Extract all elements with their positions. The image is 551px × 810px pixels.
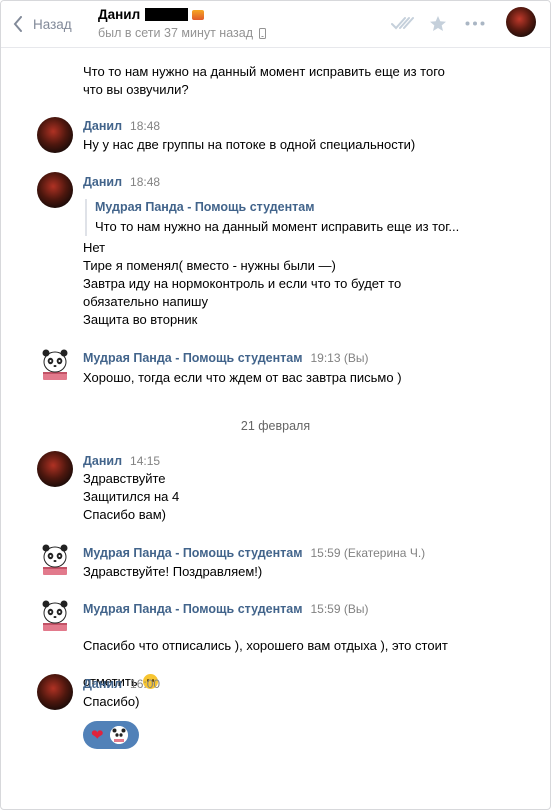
author-name: Данил bbox=[83, 119, 123, 133]
message-text: Здравствуйте Защитился на 4 Спасибо вам) bbox=[83, 471, 180, 522]
message-author[interactable]: Данил 14:15 bbox=[83, 454, 160, 468]
author-name: Данил bbox=[83, 677, 123, 691]
message-author[interactable]: Мудрая Панда - Помощь студентам 15:59 (Вы… bbox=[83, 602, 368, 616]
message-time[interactable]: 18:48 bbox=[130, 119, 160, 133]
message-text: Нет Тире я поменял( вместо - нужны были … bbox=[83, 240, 402, 327]
quote-author: Мудрая Панда - Помощь студентам bbox=[95, 200, 315, 214]
back-button[interactable]: Назад bbox=[13, 13, 72, 35]
chat-header: Назад Данил был в сети 37 минут назад bbox=[1, 1, 550, 48]
message-time[interactable]: 14:15 bbox=[130, 454, 160, 468]
mobile-phone-icon bbox=[259, 27, 266, 39]
chat-status: был в сети 37 минут назад bbox=[98, 26, 266, 40]
author-name: Мудрая Панда - Помощь студентам bbox=[83, 546, 303, 560]
message-text: Что то нам нужно на данный момент исправ… bbox=[83, 64, 445, 97]
author-name: Данил bbox=[83, 454, 123, 468]
message-text: Здравствуйте! Поздравляем!) bbox=[83, 564, 263, 579]
message-time[interactable]: 15:59 (Вы) bbox=[310, 602, 368, 616]
author-name: Данил bbox=[83, 175, 123, 189]
avatar[interactable] bbox=[37, 674, 73, 710]
chat-title[interactable]: Данил bbox=[98, 7, 205, 22]
message-line: Спасибо что отписались ), хорошего вам о… bbox=[83, 638, 448, 653]
message-author[interactable]: Мудрая Панда - Помощь студентам 19:13 (Вы… bbox=[83, 351, 368, 365]
quote-text: Что то нам нужно на данный момент исправ… bbox=[95, 219, 460, 234]
message-time[interactable]: 16:00 bbox=[130, 677, 160, 691]
message-author[interactable]: Мудрая Панда - Помощь студентам 15:59 (Ек… bbox=[83, 546, 425, 560]
back-label: Назад bbox=[33, 16, 72, 32]
redacted-block bbox=[145, 8, 189, 21]
double-check-icon[interactable] bbox=[391, 15, 417, 31]
panda-avatar-icon[interactable] bbox=[39, 598, 71, 632]
avatar[interactable] bbox=[37, 451, 73, 487]
message-author[interactable]: Данил 18:48 bbox=[83, 119, 160, 133]
quoted-message[interactable]: Мудрая Панда - Помощь студентам Что то н… bbox=[85, 199, 475, 236]
chevron-left-icon bbox=[13, 16, 22, 32]
panda-avatar-icon[interactable] bbox=[39, 347, 71, 381]
message-author[interactable]: Данил 18:48 bbox=[83, 175, 160, 189]
avatar[interactable] bbox=[37, 172, 73, 208]
message-time[interactable]: 15:59 (Екатерина Ч.) bbox=[310, 546, 425, 560]
author-name: Мудрая Панда - Помощь студентам bbox=[83, 602, 303, 616]
avatar[interactable] bbox=[37, 117, 73, 153]
last-seen-text: был в сети 37 минут назад bbox=[98, 26, 253, 40]
chat-window: Назад Данил был в сети 37 минут назад Чт… bbox=[0, 0, 551, 810]
panda-avatar-icon[interactable] bbox=[39, 542, 71, 576]
message-text: Хорошо, тогда если что ждем от вас завтр… bbox=[83, 370, 402, 385]
message-time[interactable]: 18:48 bbox=[130, 175, 160, 189]
message-time[interactable]: 19:13 (Вы) bbox=[310, 351, 368, 365]
header-avatar[interactable] bbox=[506, 7, 536, 37]
star-icon[interactable] bbox=[429, 15, 447, 32]
chat-name-text: Данил bbox=[98, 7, 141, 22]
sunset-emoji-icon bbox=[192, 9, 205, 20]
more-dots-icon[interactable] bbox=[465, 21, 485, 26]
panda-icon[interactable] bbox=[109, 726, 128, 744]
message-text: Спасибо) bbox=[83, 694, 140, 709]
reactions-pill[interactable]: ❤ bbox=[83, 721, 139, 749]
message-author[interactable]: Данил 16:00 bbox=[83, 677, 160, 691]
message-text: Ну у нас две группы на потоке в одной сп… bbox=[83, 137, 416, 152]
author-name: Мудрая Панда - Помощь студентам bbox=[83, 351, 303, 365]
heart-icon[interactable]: ❤ bbox=[91, 728, 104, 743]
date-separator: 21 февраля bbox=[240, 419, 311, 433]
